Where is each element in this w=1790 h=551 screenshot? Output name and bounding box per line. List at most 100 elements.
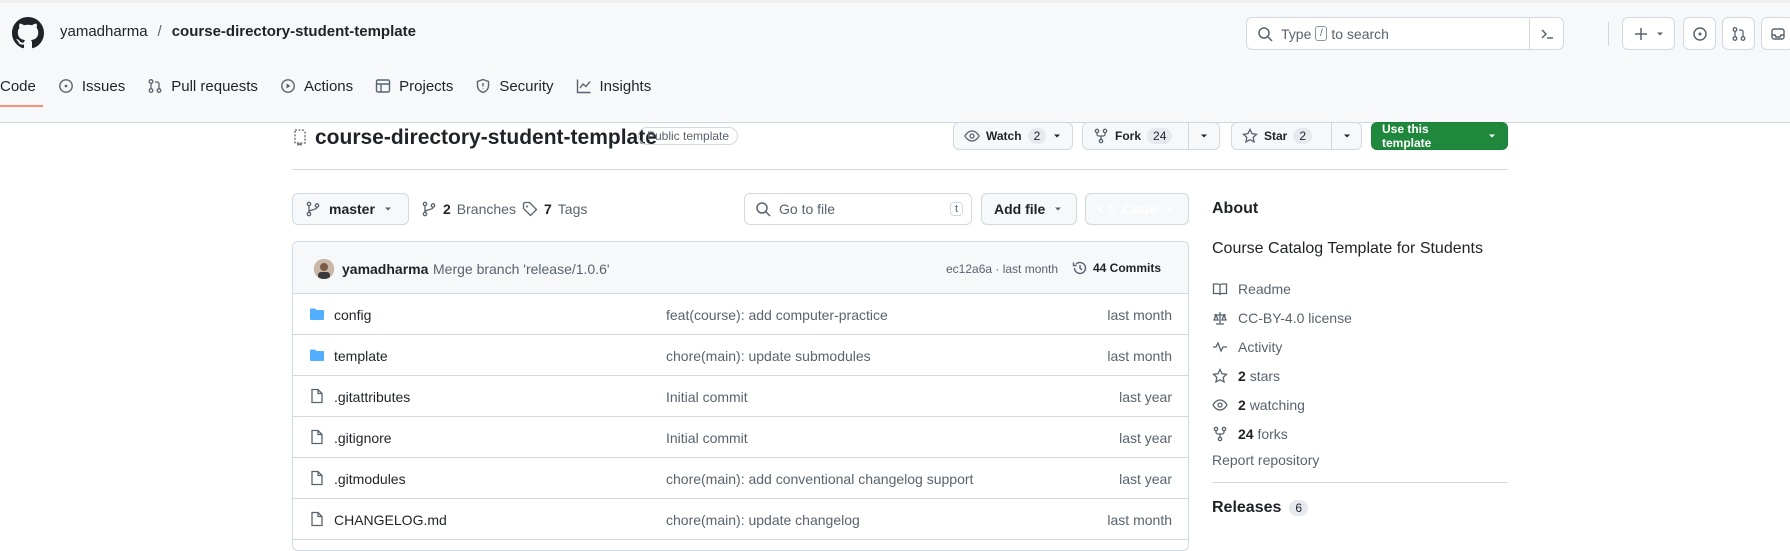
- tab-security-label: Security: [499, 77, 554, 95]
- file-icon: [309, 470, 325, 486]
- branches-label: Branches: [456, 201, 516, 217]
- tab-actions[interactable]: Actions: [269, 66, 364, 106]
- history-icon: [1072, 260, 1088, 276]
- watch-button[interactable]: Watch 2: [953, 122, 1073, 150]
- plus-icon: [1633, 26, 1649, 42]
- create-new-button[interactable]: [1622, 17, 1675, 50]
- fork-label: Fork: [1115, 129, 1142, 143]
- issue-opened-icon: [1692, 26, 1708, 42]
- git-pull-request-icon: [1731, 26, 1747, 42]
- github-logo-icon[interactable]: [12, 17, 44, 49]
- graph-icon: [576, 78, 592, 94]
- readme-link[interactable]: Readme: [1212, 274, 1508, 303]
- use-template-button[interactable]: Use this template: [1371, 122, 1508, 150]
- commits-count: 44 Commits: [1093, 261, 1162, 275]
- tab-projects[interactable]: Projects: [364, 66, 464, 106]
- tab-issues[interactable]: Issues: [47, 66, 136, 106]
- tab-pull-requests[interactable]: Pull requests: [136, 66, 269, 106]
- branch-select-button[interactable]: master: [292, 193, 409, 225]
- star-button[interactable]: Star 2: [1232, 123, 1331, 149]
- forks-link[interactable]: 24 forks: [1212, 419, 1508, 448]
- visibility-badge: Public template: [638, 127, 739, 145]
- tags-link[interactable]: 7 Tags: [522, 193, 587, 225]
- file-icon: [309, 388, 325, 404]
- fork-menu-button[interactable]: [1188, 123, 1219, 149]
- folder-icon: [309, 306, 325, 322]
- file-name[interactable]: .gitmodules: [334, 471, 406, 487]
- star-list-button[interactable]: [1331, 123, 1361, 149]
- report-repository-link[interactable]: Report repository: [1212, 452, 1508, 468]
- file-age: last year: [1119, 389, 1172, 405]
- inbox-button[interactable]: [1761, 17, 1790, 50]
- license-link[interactable]: CC-BY-4.0 license: [1212, 303, 1508, 332]
- fork-button[interactable]: Fork 24: [1083, 123, 1188, 149]
- command-palette-icon[interactable]: [1529, 18, 1563, 49]
- tab-insights-label: Insights: [599, 77, 652, 95]
- header-divider: [1608, 22, 1609, 46]
- chevron-down-icon: [383, 204, 393, 214]
- table-icon: [375, 78, 391, 94]
- about-heading: About: [1212, 200, 1259, 217]
- commit-message[interactable]: Merge branch 'release/1.0.6': [433, 261, 610, 277]
- chevron-down-icon: [1342, 131, 1352, 141]
- file-icon: [309, 429, 325, 445]
- file-commit-message[interactable]: chore(main): update changelog: [666, 512, 860, 528]
- search-icon: [1257, 26, 1273, 42]
- latest-commit-bar: yamadharma Merge branch 'release/1.0.6' …: [293, 242, 1188, 294]
- file-commit-message[interactable]: chore(main): update submodules: [666, 348, 871, 364]
- file-age: last month: [1107, 348, 1172, 364]
- table-row[interactable]: .gitattributes Initial commit last year: [293, 376, 1188, 417]
- pull-requests-shortcut-button[interactable]: [1722, 17, 1755, 50]
- file-commit-message[interactable]: Initial commit: [666, 430, 748, 446]
- add-file-label: Add file: [994, 201, 1046, 217]
- file-age: last month: [1107, 307, 1172, 323]
- tab-issues-label: Issues: [81, 77, 126, 95]
- tab-code[interactable]: Code: [0, 66, 47, 107]
- fork-count: 24: [1147, 128, 1173, 144]
- repo-name[interactable]: course-directory-student-template: [315, 126, 657, 150]
- chevron-down-icon: [1199, 131, 1209, 141]
- add-file-button[interactable]: Add file: [981, 193, 1077, 225]
- inbox-icon: [1770, 26, 1786, 42]
- file-name[interactable]: template: [334, 348, 388, 364]
- star-button-group: Star 2: [1231, 122, 1362, 150]
- star-icon: [1242, 128, 1258, 144]
- branches-link[interactable]: 2 Branches: [421, 193, 516, 225]
- eye-icon: [964, 128, 980, 144]
- avatar[interactable]: [314, 259, 334, 279]
- search-input[interactable]: Type / to search: [1246, 17, 1564, 50]
- commit-author[interactable]: yamadharma: [342, 261, 428, 277]
- file-name[interactable]: CHANGELOG.md: [334, 512, 447, 528]
- file-name[interactable]: .gitignore: [334, 430, 392, 446]
- code-button[interactable]: Code: [1085, 193, 1189, 225]
- file-name[interactable]: .gitattributes: [334, 389, 410, 405]
- tab-security[interactable]: Security: [464, 66, 564, 106]
- file-commit-message[interactable]: Initial commit: [666, 389, 748, 405]
- file-age: last year: [1119, 430, 1172, 446]
- file-commit-message[interactable]: feat(course): add computer-practice: [666, 307, 888, 323]
- table-row[interactable]: config feat(course): add computer-practic…: [293, 294, 1188, 335]
- go-to-file-input[interactable]: Go to file t: [744, 193, 972, 225]
- activity-link[interactable]: Activity: [1212, 332, 1508, 361]
- table-row[interactable]: .gitignore Initial commit last year: [293, 417, 1188, 458]
- use-template-label: Use this template: [1382, 122, 1432, 150]
- stars-link[interactable]: 2 stars: [1212, 361, 1508, 390]
- file-name[interactable]: config: [334, 307, 371, 323]
- releases-heading[interactable]: Releases 6: [1212, 499, 1508, 517]
- table-row[interactable]: CHANGELOG.md chore(main): update changelo…: [293, 499, 1188, 540]
- table-row[interactable]: .gitmodules chore(main): add conventional…: [293, 458, 1188, 499]
- table-row[interactable]: template chore(main): update submodules la…: [293, 335, 1188, 376]
- law-icon: [1212, 310, 1228, 326]
- breadcrumb-owner[interactable]: yamadharma: [60, 23, 148, 40]
- breadcrumb-repo[interactable]: course-directory-student-template: [172, 23, 416, 40]
- issues-shortcut-button[interactable]: [1683, 17, 1716, 50]
- tab-insights[interactable]: Insights: [565, 66, 663, 106]
- commit-hash[interactable]: ec12a6a · last month: [946, 262, 1058, 276]
- file-commit-message[interactable]: chore(main): add conventional changelog …: [666, 471, 973, 487]
- tag-icon: [522, 201, 538, 217]
- commits-link[interactable]: 44 Commits: [1072, 260, 1161, 276]
- star-label: Star: [1264, 129, 1288, 143]
- chevron-down-icon: [1052, 131, 1062, 141]
- watching-link[interactable]: 2 watching: [1212, 390, 1508, 419]
- releases-label: Releases: [1212, 499, 1282, 516]
